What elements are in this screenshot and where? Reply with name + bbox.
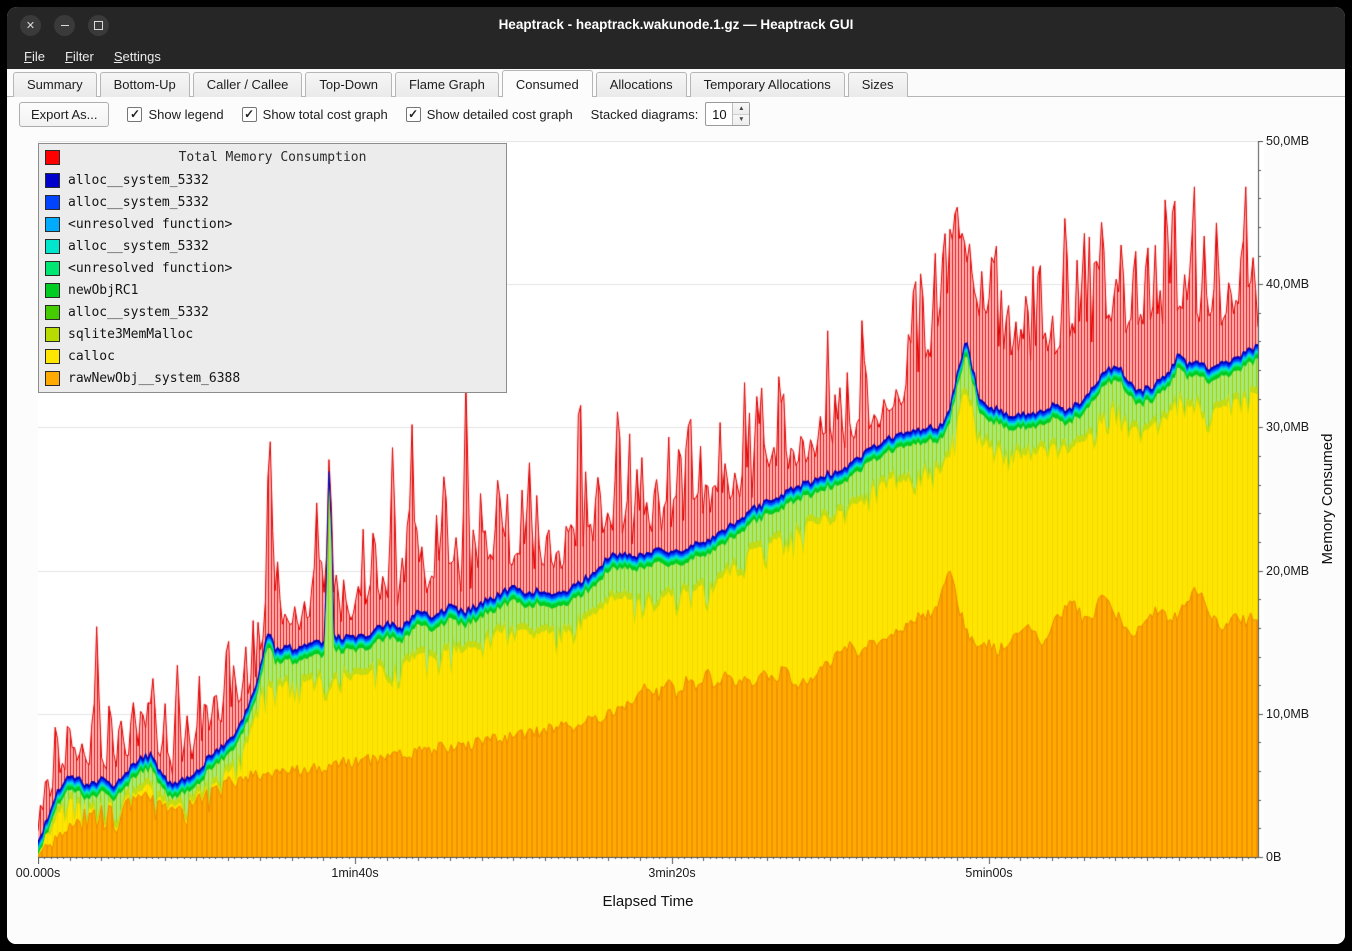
- toolbar: Export As... ✓ Show legend ✓ Show total …: [7, 97, 1345, 131]
- close-button[interactable]: ✕: [20, 15, 41, 36]
- legend-item: alloc__system_5332: [39, 169, 506, 191]
- x-axis-title: Elapsed Time: [603, 893, 694, 910]
- legend-item: calloc: [39, 345, 506, 367]
- legend-label: newObjRC1: [68, 283, 138, 298]
- y-tick-label: 0B: [1266, 850, 1281, 864]
- tab-temporary-allocations[interactable]: Temporary Allocations: [690, 72, 845, 97]
- legend-title: Total Memory Consumption: [39, 150, 506, 165]
- tab-consumed[interactable]: Consumed: [502, 70, 593, 97]
- legend-label: alloc__system_5332: [68, 195, 209, 210]
- y-tick-label: 10,0MB: [1266, 707, 1309, 721]
- legend-label: alloc__system_5332: [68, 173, 209, 188]
- maximize-icon: [94, 21, 103, 30]
- show-detailed-cost-graph-checkbox[interactable]: ✓ Show detailed cost graph: [406, 107, 573, 122]
- legend-swatch: [45, 217, 60, 232]
- legend-label: alloc__system_5332: [68, 305, 209, 320]
- x-tick-label: 1min40s: [331, 866, 378, 880]
- spin-up-button[interactable]: ▲: [733, 103, 749, 114]
- legend-item: <unresolved function>: [39, 257, 506, 279]
- export-as-button[interactable]: Export As...: [19, 102, 109, 127]
- legend-swatch: [45, 283, 60, 298]
- x-tick-label: 5min00s: [965, 866, 1012, 880]
- tab-flame-graph[interactable]: Flame Graph: [395, 72, 499, 97]
- chart-legend: Total Memory Consumption alloc__system_5…: [38, 143, 507, 393]
- show-total-cost-graph-checkbox[interactable]: ✓ Show total cost graph: [242, 107, 388, 122]
- heaptrack-window: Heaptrack - heaptrack.wakunode.1.gz — He…: [7, 7, 1345, 944]
- legend-swatch: [45, 195, 60, 210]
- legend-swatch: [45, 239, 60, 254]
- y-tick-label: 50,0MB: [1266, 134, 1309, 148]
- tab-top-down[interactable]: Top-Down: [305, 72, 392, 97]
- legend-swatch: [45, 349, 60, 364]
- spinbox-buttons: ▲ ▼: [732, 103, 749, 125]
- spin-down-button[interactable]: ▼: [733, 114, 749, 126]
- legend-swatch: [45, 327, 60, 342]
- y-tick-label: 40,0MB: [1266, 277, 1309, 291]
- legend-label: calloc: [68, 349, 115, 364]
- menu-filter[interactable]: Filter: [56, 46, 103, 67]
- chevron-down-icon: ▼: [738, 116, 744, 123]
- y-tick-label: 30,0MB: [1266, 420, 1309, 434]
- menu-file[interactable]: File: [15, 46, 54, 67]
- titlebar: Heaptrack - heaptrack.wakunode.1.gz — He…: [7, 7, 1345, 43]
- menu-settings[interactable]: Settings: [105, 46, 170, 67]
- checkbox-check-icon: ✓: [406, 107, 421, 122]
- checkbox-label: Show detailed cost graph: [427, 107, 573, 122]
- minimize-button[interactable]: [54, 15, 75, 36]
- checkbox-label: Show legend: [148, 107, 223, 122]
- legend-swatch: [45, 305, 60, 320]
- window-controls: ✕: [20, 15, 109, 36]
- tab-sizes[interactable]: Sizes: [848, 72, 908, 97]
- legend-label: rawNewObj__system_6388: [68, 371, 240, 386]
- stacked-diagrams-spinbox[interactable]: 10 ▲ ▼: [705, 102, 750, 126]
- tab-caller-callee[interactable]: Caller / Callee: [193, 72, 303, 97]
- legend-swatch: [45, 371, 60, 386]
- stacked-diagrams-value[interactable]: 10: [706, 103, 732, 125]
- legend-label: alloc__system_5332: [68, 239, 209, 254]
- checkbox-check-icon: ✓: [127, 107, 142, 122]
- legend-label: <unresolved function>: [68, 217, 232, 232]
- tab-summary[interactable]: Summary: [13, 72, 97, 97]
- stacked-diagrams-label: Stacked diagrams:: [591, 107, 699, 122]
- stacked-diagrams-control: Stacked diagrams: 10 ▲ ▼: [591, 102, 751, 126]
- y-axis-title: Memory Consumed: [1319, 434, 1336, 565]
- legend-label: <unresolved function>: [68, 261, 232, 276]
- legend-title-row: Total Memory Consumption: [39, 146, 506, 169]
- legend-item: alloc__system_5332: [39, 235, 506, 257]
- checkbox-check-icon: ✓: [242, 107, 257, 122]
- legend-item: alloc__system_5332: [39, 191, 506, 213]
- tab-bottom-up[interactable]: Bottom-Up: [100, 72, 190, 97]
- window-title: Heaptrack - heaptrack.wakunode.1.gz — He…: [7, 7, 1345, 43]
- menubar: File Filter Settings: [7, 43, 1345, 69]
- maximize-button[interactable]: [88, 15, 109, 36]
- y-tick-label: 20,0MB: [1266, 564, 1309, 578]
- show-legend-checkbox[interactable]: ✓ Show legend: [127, 107, 223, 122]
- legend-item: rawNewObj__system_6388: [39, 367, 506, 389]
- chart-area: Total Memory Consumption alloc__system_5…: [7, 131, 1345, 944]
- legend-item: newObjRC1: [39, 279, 506, 301]
- tab-allocations[interactable]: Allocations: [596, 72, 687, 97]
- x-tick-label: 00.000s: [16, 866, 60, 880]
- close-icon: ✕: [26, 19, 35, 32]
- chevron-up-icon: ▲: [738, 105, 744, 112]
- checkbox-label: Show total cost graph: [263, 107, 388, 122]
- legend-item: <unresolved function>: [39, 213, 506, 235]
- tabbar: Summary Bottom-Up Caller / Callee Top-Do…: [7, 69, 1345, 97]
- legend-item: alloc__system_5332: [39, 301, 506, 323]
- legend-swatch: [45, 173, 60, 188]
- legend-label: sqlite3MemMalloc: [68, 327, 193, 342]
- legend-item: sqlite3MemMalloc: [39, 323, 506, 345]
- minimize-icon: [61, 25, 69, 27]
- legend-swatch: [45, 261, 60, 276]
- x-tick-label: 3min20s: [648, 866, 695, 880]
